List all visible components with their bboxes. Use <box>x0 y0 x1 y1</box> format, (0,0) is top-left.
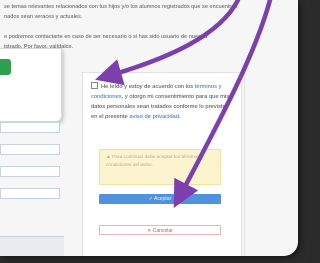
form-field[interactable] <box>0 144 60 155</box>
right-divider <box>244 72 245 256</box>
screenshot-stage: se temas relevantes relacionados con tus… <box>0 0 310 263</box>
consent-checkbox[interactable] <box>91 82 98 89</box>
consent-text: He leído y estoy de acuerdo con los térm… <box>91 82 233 122</box>
left-footer-bar <box>0 236 64 256</box>
left-popup-panel <box>0 48 62 122</box>
warning-icon: ▲ <box>106 155 111 160</box>
intro-line-1: se temas relevantes relacionados con tus… <box>4 4 238 10</box>
intro-line-2: nados sean veraces y actuales. <box>4 14 83 20</box>
privacy-link[interactable]: aviso de privacidad <box>129 114 179 120</box>
intro-line-3: e podremos contactarte en caso de ser ne… <box>4 34 208 40</box>
consent-end: . <box>179 114 181 120</box>
form-field[interactable] <box>0 166 60 177</box>
warning-box: ▲ Para continuar debe aceptar los términ… <box>99 149 221 185</box>
form-field[interactable] <box>0 122 60 133</box>
consent-card: He leído y estoy de acuerdo con los térm… <box>82 72 242 256</box>
cancel-button[interactable]: ✕ Cancelar <box>99 225 221 235</box>
registration-page: se temas relevantes relacionados con tus… <box>0 0 298 256</box>
accept-button[interactable]: ✓ Aceptar <box>99 194 221 204</box>
consent-part-1: He leído y estoy de acuerdo con los <box>101 84 194 90</box>
form-field[interactable] <box>0 188 60 199</box>
green-status-button[interactable] <box>0 59 11 75</box>
warning-text: Para continuar debe aceptar los términos… <box>106 155 204 168</box>
